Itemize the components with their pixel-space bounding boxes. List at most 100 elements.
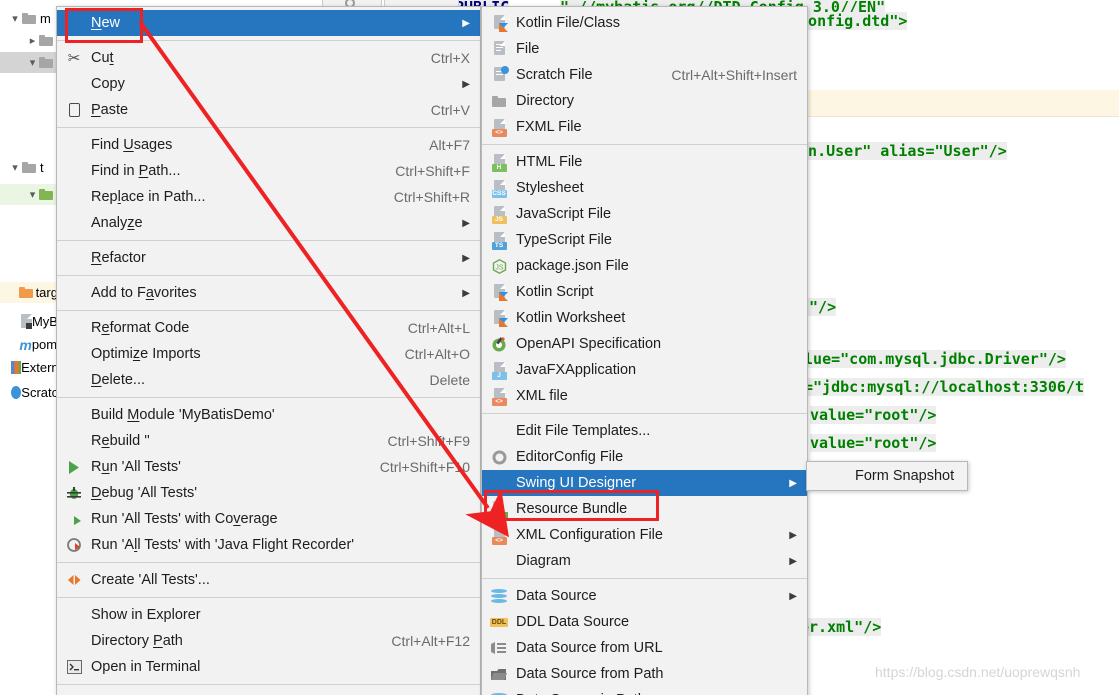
menu-item-data-source-from-path[interactable]: Data Source from Path	[482, 661, 807, 687]
kotlin-worksheet-icon	[488, 309, 510, 327]
menu-item-ddl-data-source[interactable]: DDL DDL Data Source	[482, 609, 807, 635]
chevron-icon[interactable]: ▾	[26, 188, 39, 201]
chevron-icon[interactable]: ▸	[26, 34, 39, 47]
menu-item-run-all-tests-with-coverage[interactable]: Run 'All Tests' with Coverage	[57, 506, 480, 532]
menu-item-show-in-explorer[interactable]: Show in Explorer	[57, 602, 480, 628]
code-line: alue="com.mysql.jdbc.Driver"/>	[795, 350, 1066, 368]
menu-item-data-source-in-path[interactable]: Data Source in Path	[482, 687, 807, 695]
resource-bundle-icon	[488, 500, 510, 518]
menu-item-shortcut: Delete	[429, 372, 470, 388]
tree-row[interactable]: ▸	[0, 30, 56, 51]
kotlin-file-icon	[488, 14, 510, 32]
tree-row[interactable]: ▾	[0, 52, 56, 73]
menu-item-html-file[interactable]: H HTML File	[482, 149, 807, 175]
menu-item-label: Build Module 'MyBatisDemo'	[91, 407, 275, 423]
datasource-icon	[488, 691, 510, 695]
menu-item-directory-path[interactable]: Directory Path Ctrl+Alt+F12	[57, 628, 480, 654]
openapi-icon	[488, 335, 510, 353]
tree-row[interactable]: targ	[0, 282, 56, 303]
coverage-icon	[63, 510, 85, 528]
menu-item-create-all-tests[interactable]: Create 'All Tests'...	[57, 567, 480, 593]
menu-item-label: Data Source from Path	[516, 666, 664, 682]
menu-item-build-module-mybatisdemo[interactable]: Build Module 'MyBatisDemo'	[57, 402, 480, 428]
menu-item-data-source[interactable]: Data Source ▶	[482, 583, 807, 609]
chevron-icon[interactable]: ▾	[26, 56, 39, 69]
menu-item-directory[interactable]: Directory	[482, 88, 807, 114]
folder-open-icon	[488, 665, 510, 683]
icon-placeholder	[63, 162, 85, 180]
menu-item-xml-configuration-file[interactable]: <> XML Configuration File ▶	[482, 522, 807, 548]
ts-file-icon: TS	[488, 231, 510, 250]
tree-row[interactable]: ▾	[0, 184, 56, 205]
menu-item-form-snapshot[interactable]: Form Snapshot	[807, 462, 967, 490]
menu-item-file[interactable]: File	[482, 36, 807, 62]
menu-item-find-in-path[interactable]: Find in Path... Ctrl+Shift+F	[57, 158, 480, 184]
chevron-icon[interactable]: ▾	[8, 12, 22, 25]
run-icon	[63, 458, 85, 476]
menu-separator	[57, 397, 480, 398]
icon-placeholder	[63, 136, 85, 154]
swing-ui-designer-submenu[interactable]: Form Snapshot	[806, 461, 968, 491]
menu-separator	[482, 413, 807, 414]
menu-item-kotlin-file-class[interactable]: Kotlin File/Class	[482, 10, 807, 36]
menu-separator	[57, 684, 480, 685]
menu-item-new[interactable]: New ▶	[57, 10, 480, 36]
menu-item-run-all-tests-with-java-flight-recorder[interactable]: Run 'All Tests' with 'Java Flight Record…	[57, 532, 480, 558]
menu-item-javascript-file[interactable]: JS JavaScript File	[482, 201, 807, 227]
menu-item-stylesheet[interactable]: CSS Stylesheet	[482, 175, 807, 201]
menu-item-replace-in-path[interactable]: Replace in Path... Ctrl+Shift+R	[57, 184, 480, 210]
menu-separator	[57, 40, 480, 41]
menu-item-swing-ui-designer[interactable]: Swing UI Designer ▶	[482, 470, 807, 496]
menu-item-typescript-file[interactable]: TS TypeScript File	[482, 227, 807, 253]
menu-item-javafxapplication[interactable]: J JavaFXApplication	[482, 357, 807, 383]
menu-item-refactor[interactable]: Refactor ▶	[57, 245, 480, 271]
menu-item-add-to-favorites[interactable]: Add to Favorites ▶	[57, 280, 480, 306]
project-tree[interactable]: ▾m▸▾▾t▾targMyBmpomExternaScratch	[0, 0, 56, 695]
menu-item-find-usages[interactable]: Find Usages Alt+F7	[57, 132, 480, 158]
menu-item-cut[interactable]: ✂ Cut Ctrl+X	[57, 45, 480, 71]
menu-item-paste[interactable]: Paste Ctrl+V	[57, 97, 480, 123]
chevron-icon[interactable]: ▾	[8, 161, 22, 174]
menu-item-analyze[interactable]: Analyze ▶	[57, 210, 480, 236]
menu-item-kotlin-script[interactable]: Kotlin Script	[482, 279, 807, 305]
menu-item-rebuild-default[interactable]: Rebuild '' Ctrl+Shift+F9	[57, 428, 480, 454]
chevron-right-icon: ▶	[789, 555, 797, 567]
menu-item-xml-file[interactable]: <> XML file	[482, 383, 807, 409]
menu-item-shortcut: Ctrl+X	[430, 50, 470, 66]
menu-item-fxml-file[interactable]: <> FXML File	[482, 114, 807, 140]
menu-item-run-all-tests[interactable]: Run 'All Tests' Ctrl+Shift+F10	[57, 454, 480, 480]
menu-item-copy[interactable]: Copy ▶	[57, 71, 480, 97]
menu-item-optimize-imports[interactable]: Optimize Imports Ctrl+Alt+O	[57, 341, 480, 367]
new-submenu[interactable]: Kotlin File/Class File Scratch File Ctrl+Al…	[481, 6, 808, 695]
menu-item-local-history[interactable]: Local History▶	[57, 689, 480, 695]
menu-item-diagram[interactable]: Diagram ▶	[482, 548, 807, 574]
menu-item-reformat-code[interactable]: Reformat Code Ctrl+Alt+L	[57, 315, 480, 341]
menu-item-debug-all-tests[interactable]: Debug 'All Tests'	[57, 480, 480, 506]
fxml-file-icon: <>	[488, 118, 510, 137]
menu-item-label: Replace in Path...	[91, 189, 206, 205]
menu-item-label: XML file	[516, 388, 568, 404]
icon-placeholder	[63, 284, 85, 302]
project-context-menu[interactable]: New ▶ ✂ Cut Ctrl+X Copy ▶ Paste Ctrl+V Find Usage…	[56, 6, 481, 695]
menu-item-kotlin-worksheet[interactable]: Kotlin Worksheet	[482, 305, 807, 331]
menu-item-resource-bundle[interactable]: Resource Bundle	[482, 496, 807, 522]
menu-item-delete[interactable]: Delete... Delete	[57, 367, 480, 393]
tree-row-label: Scratch	[21, 385, 57, 400]
menu-item-openapi-specification[interactable]: OpenAPI Specification	[482, 331, 807, 357]
tree-row[interactable]: m pom	[0, 334, 56, 355]
tree-row[interactable]: Externa	[0, 357, 56, 378]
menu-item-label: New	[91, 15, 121, 31]
menu-item-edit-file-templates[interactable]: Edit File Templates...	[482, 418, 807, 444]
menu-item-scratch-file[interactable]: Scratch File Ctrl+Alt+Shift+Insert	[482, 62, 807, 88]
tree-row[interactable]: MyB	[0, 311, 56, 332]
js-file-icon: JS	[488, 205, 510, 224]
menu-item-data-source-from-url[interactable]: Data Source from URL	[482, 635, 807, 661]
tree-row[interactable]: ▾ m	[0, 8, 56, 29]
menu-item-editorconfig-file[interactable]: EditorConfig File	[482, 444, 807, 470]
menu-item-package-json-file[interactable]: JS package.json File	[482, 253, 807, 279]
tree-row[interactable]: Scratch	[0, 382, 56, 403]
datasource-icon	[488, 587, 510, 605]
gear-icon	[488, 448, 510, 466]
tree-row[interactable]: ▾ t	[0, 157, 56, 178]
menu-item-open-in-terminal[interactable]: Open in Terminal	[57, 654, 480, 680]
